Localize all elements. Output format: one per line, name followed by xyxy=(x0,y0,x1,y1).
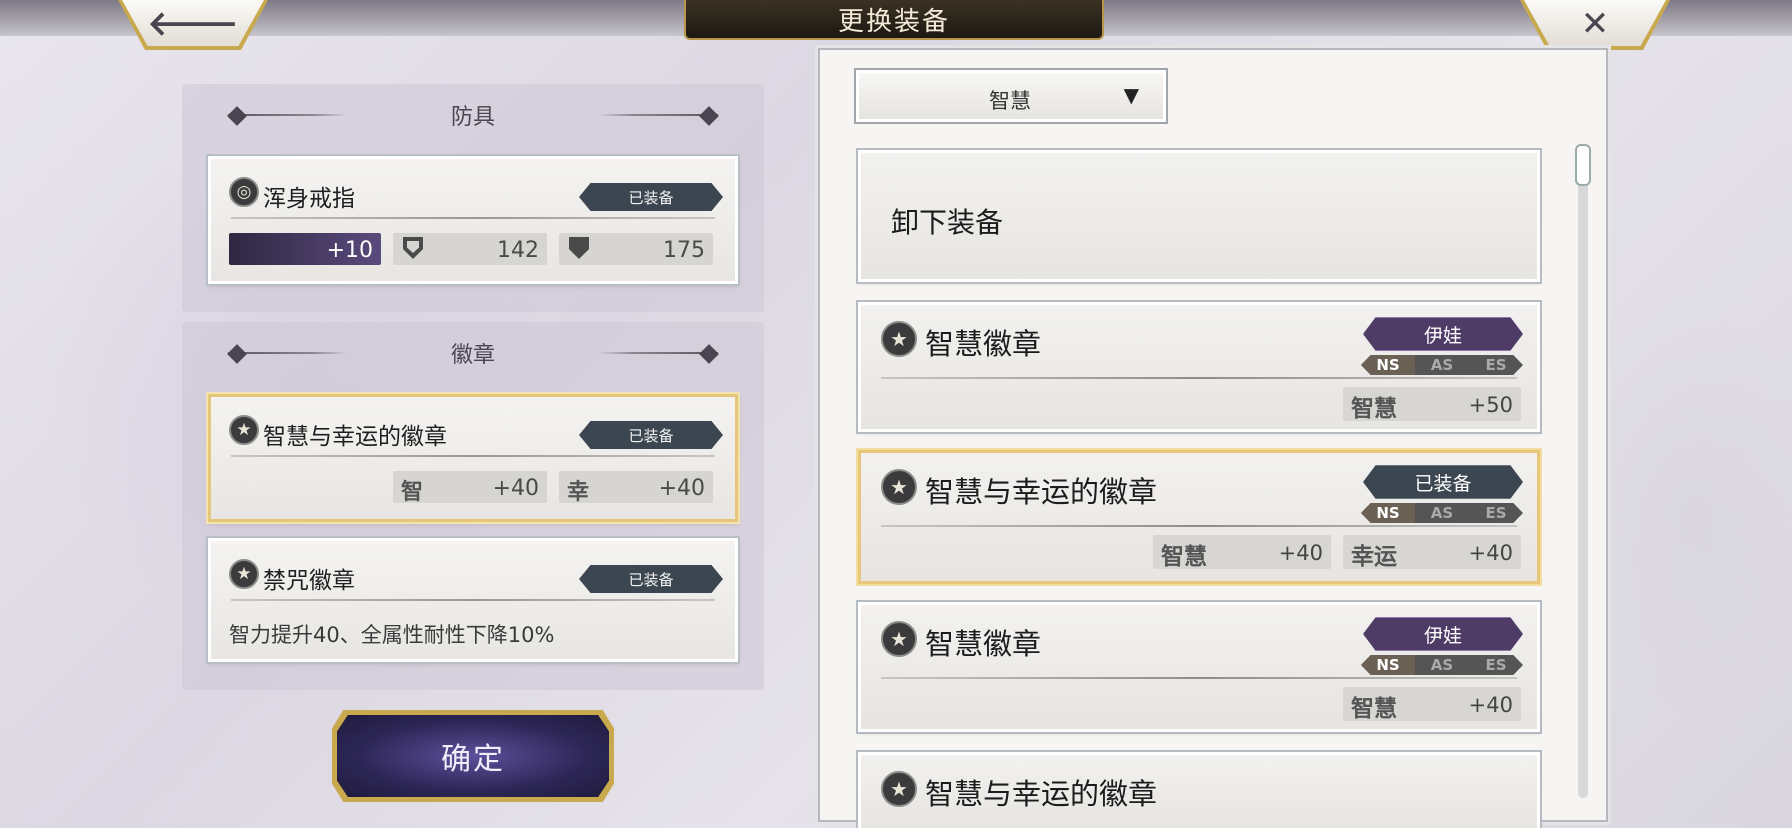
defense-value: 142 xyxy=(497,238,539,263)
star-badge-icon: ★ xyxy=(881,469,917,505)
shield-cross-icon xyxy=(569,237,589,259)
tag-as: AS xyxy=(1430,656,1454,674)
tag-es: ES xyxy=(1485,656,1507,674)
star-badge-icon: ★ xyxy=(229,415,259,445)
scrollbar-thumb[interactable] xyxy=(1575,144,1591,186)
stat-label: 幸运 xyxy=(1351,544,1397,570)
badge-section: 徽章 ★ 智慧与幸运的徽章 已装备 智 +40 幸 +40 ★ 禁咒徽章 已装备… xyxy=(182,322,764,690)
badge-name: 禁咒徽章 xyxy=(263,568,355,594)
divider xyxy=(881,377,1517,379)
magic-defense-stat: 175 xyxy=(559,233,713,265)
badge-slot-1[interactable]: ★ 智慧与幸运的徽章 已装备 智 +40 幸 +40 xyxy=(208,394,738,522)
unequip-label: 卸下装备 xyxy=(891,206,1004,239)
tag-as: AS xyxy=(1430,356,1454,374)
stat-value: +40 xyxy=(492,476,539,501)
divider xyxy=(231,599,715,601)
tag-ns: NS xyxy=(1361,355,1415,375)
armor-section: 防具 ◎ 浑身戒指 已装备 +10 142 175 xyxy=(182,84,764,312)
tag-ns: NS xyxy=(1361,503,1415,523)
tag-ns: NS xyxy=(1361,655,1415,675)
shield-icon xyxy=(403,237,423,259)
confirm-label: 确定 xyxy=(441,742,505,777)
armor-section-title: 防具 xyxy=(450,105,495,130)
badge-section-header: 徽章 xyxy=(182,336,764,370)
item-name: 智慧与幸运的徽章 xyxy=(925,777,1158,811)
stat-label: 幸 xyxy=(567,480,590,505)
filter-value: 智慧 xyxy=(989,89,1031,113)
filter-dropdown[interactable]: 智慧 ▼ xyxy=(856,70,1166,122)
stat-label: 智 xyxy=(401,480,424,505)
back-button[interactable]: 🡐 xyxy=(118,0,268,50)
list-item[interactable]: ★ 智慧徽章 伊娃 NS AS ES 智慧 +40 xyxy=(858,602,1540,732)
item-stat: 智慧 +40 xyxy=(1153,535,1331,570)
armor-section-header: 防具 xyxy=(182,98,764,132)
close-icon: ✕ xyxy=(1580,4,1610,44)
enhance-value: +10 xyxy=(326,238,373,263)
star-badge-icon: ★ xyxy=(229,559,259,589)
item-name: 智慧徽章 xyxy=(925,327,1042,361)
chevron-down-icon: ▼ xyxy=(1123,83,1139,107)
confirm-button[interactable]: 确定 xyxy=(332,710,614,802)
star-badge-icon: ★ xyxy=(881,771,917,807)
star-badge-icon: ★ xyxy=(881,621,917,657)
version-tags: NS AS ES xyxy=(1361,355,1523,375)
equipped-badge: 已装备 xyxy=(579,565,723,593)
tag-es: ES xyxy=(1485,356,1507,374)
stat-value: +40 xyxy=(1278,541,1323,565)
stat-int: 智 +40 xyxy=(393,471,547,505)
title-plate: 更换装备 xyxy=(684,0,1104,40)
stat-value: +50 xyxy=(1468,393,1513,417)
list-item[interactable]: ★ 智慧与幸运的徽章 xyxy=(858,752,1540,828)
stat-label: 智慧 xyxy=(1351,396,1397,422)
stat-label: 智慧 xyxy=(1351,696,1397,722)
enhance-level: +10 xyxy=(229,233,381,265)
item-name: 智慧徽章 xyxy=(925,627,1042,661)
item-stat: 智慧 +50 xyxy=(1343,387,1521,422)
divider xyxy=(881,525,1517,527)
list-item[interactable]: ★ 智慧徽章 伊娃 NS AS ES 智慧 +50 xyxy=(858,302,1540,432)
list-item[interactable]: ★ 智慧与幸运的徽章 已装备 NS AS ES 智慧 +40 幸运 +40 xyxy=(858,450,1540,584)
stat-value: +40 xyxy=(1468,693,1513,717)
back-arrow-icon: 🡐 xyxy=(147,4,239,44)
page-title: 更换装备 xyxy=(837,6,950,37)
stat-value: +40 xyxy=(658,476,705,501)
equipped-badge: 已装备 xyxy=(579,183,723,211)
magic-defense-value: 175 xyxy=(663,238,705,263)
star-badge-icon: ★ xyxy=(881,321,917,357)
item-stat: 智慧 +40 xyxy=(1343,687,1521,722)
badge-section-title: 徽章 xyxy=(450,343,495,368)
unequip-button[interactable]: 卸下装备 xyxy=(858,150,1540,282)
item-stat: 幸运 +40 xyxy=(1343,535,1521,570)
close-button[interactable]: ✕ xyxy=(1520,0,1670,50)
owner-badge: 伊娃 xyxy=(1363,617,1523,651)
equipped-badge: 已装备 xyxy=(1363,465,1523,499)
divider xyxy=(881,677,1517,679)
badge-slot-2[interactable]: ★ 禁咒徽章 已装备 智力提升40、全属性耐性下降10% xyxy=(208,538,738,662)
divider xyxy=(231,217,715,219)
tag-es: ES xyxy=(1485,504,1507,522)
defense-stat: 142 xyxy=(393,233,547,265)
tag-as: AS xyxy=(1430,504,1454,522)
version-tags: NS AS ES xyxy=(1361,655,1523,675)
ring-icon: ◎ xyxy=(229,177,259,207)
divider xyxy=(231,455,715,457)
armor-card[interactable]: ◎ 浑身戒指 已装备 +10 142 175 xyxy=(208,156,738,284)
stat-label: 智慧 xyxy=(1161,544,1207,570)
owner-badge: 伊娃 xyxy=(1363,317,1523,351)
stat-value: +40 xyxy=(1468,541,1513,565)
stat-luck: 幸 +40 xyxy=(559,471,713,505)
badge-name: 智慧与幸运的徽章 xyxy=(263,424,447,450)
badge-description: 智力提升40、全属性耐性下降10% xyxy=(229,623,555,647)
equipped-badge: 已装备 xyxy=(579,421,723,449)
armor-name: 浑身戒指 xyxy=(263,186,355,212)
item-name: 智慧与幸运的徽章 xyxy=(925,475,1158,509)
scrollbar-track[interactable] xyxy=(1578,144,1588,798)
version-tags: NS AS ES xyxy=(1361,503,1523,523)
